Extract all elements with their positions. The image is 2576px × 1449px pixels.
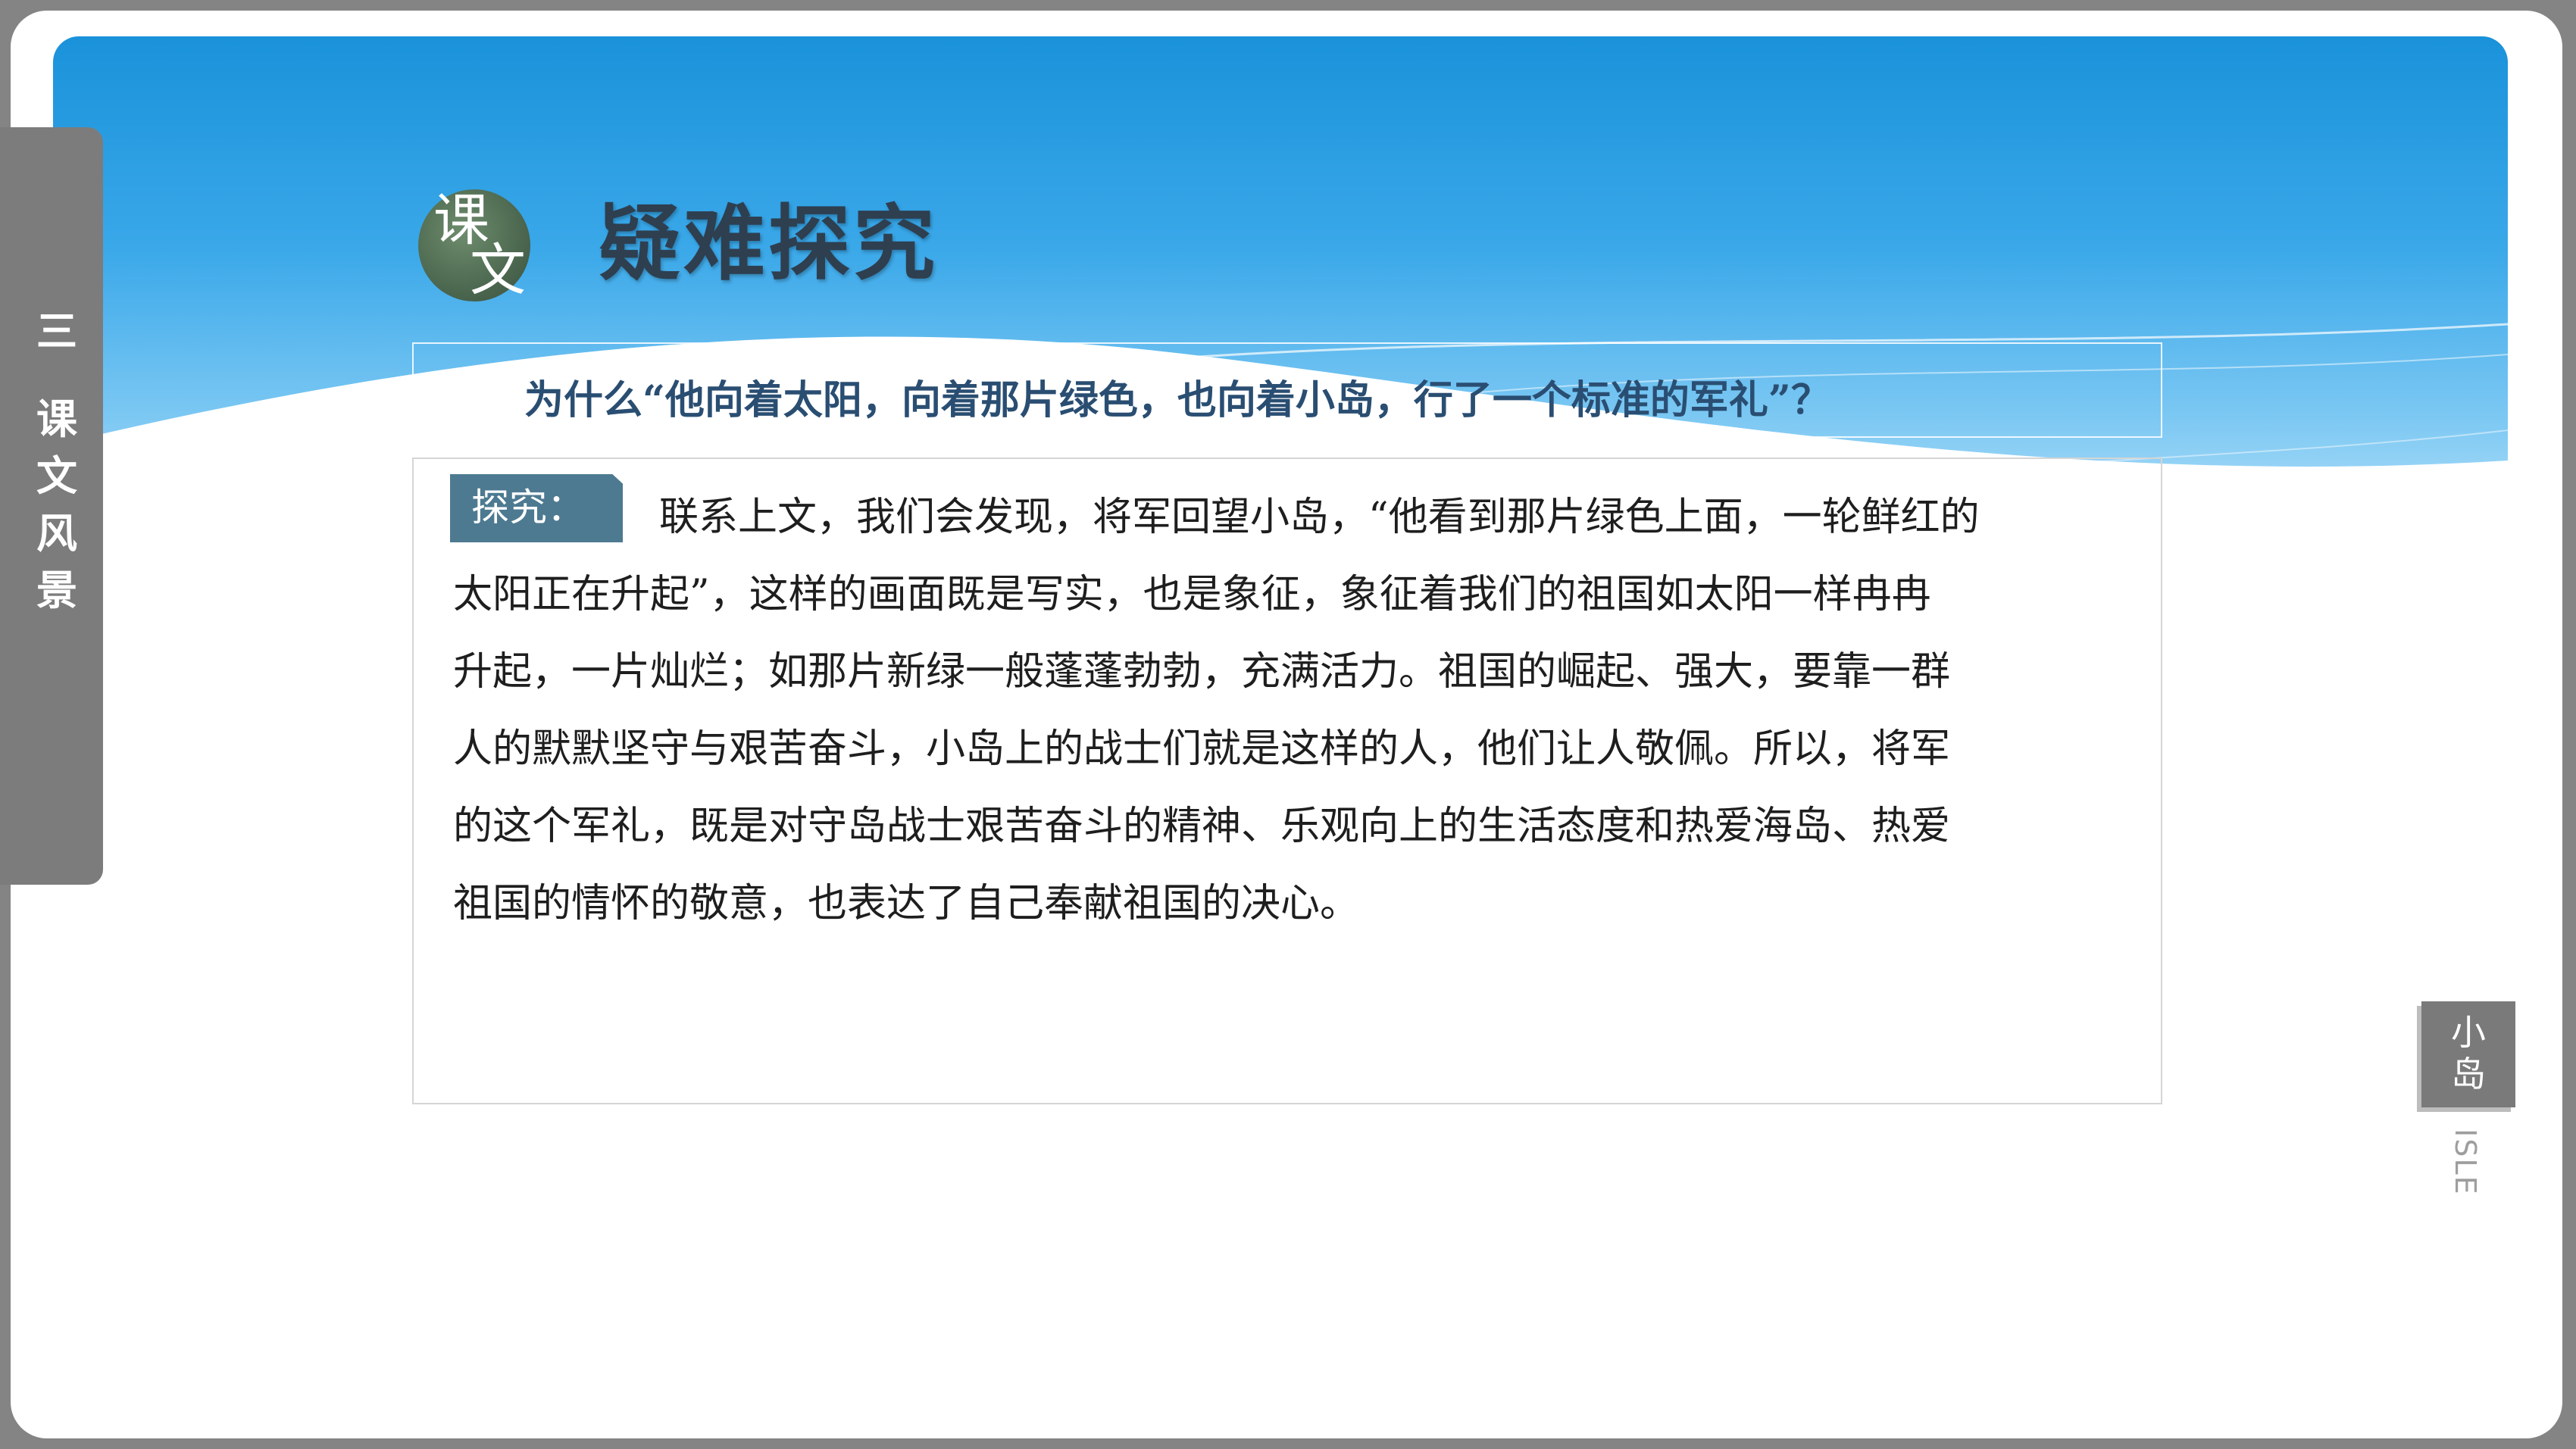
- page-title: 疑难探究: [599, 197, 939, 292]
- lesson-title-zh: 小岛: [2451, 1012, 2486, 1095]
- lesson-title-en: ISLE: [2449, 1129, 2482, 1196]
- explore-label: 探究：: [471, 486, 585, 529]
- answer-line: 的这个军礼，既是对守岛战士艰苦奋斗的精神、乐观向上的生活态度和热爱海岛、热爱: [453, 804, 1951, 849]
- section-number: 三: [36, 308, 77, 355]
- section-title-char: 课: [36, 395, 77, 443]
- question-text: 为什么“他向着太阳，向着那片绿色，也向着小岛，行了一个标准的军礼”？: [524, 377, 1830, 423]
- answer-line: 升起，一片灿烂；如那片新绿一般蓬蓬勃勃，充满活力。祖国的崛起、强大，要靠一群: [453, 649, 1951, 695]
- answer-line: 人的默默坚守与艰苦奋斗，小岛上的战士们就是这样的人，他们让人敬佩。所以，将军: [453, 726, 1951, 772]
- answer-line: 联系上文，我们会发现，将军回望小岛，“他看到那片绿色上面，一轮鲜红的: [659, 495, 1980, 540]
- answer-box: [412, 457, 2162, 1104]
- section-title-vertical: 三 课 文 风 景: [30, 303, 83, 620]
- section-gap: [30, 361, 83, 391]
- section-title-char: 文: [36, 452, 77, 501]
- answer-line: 祖国的情怀的敬意，也表达了自己奉献祖国的决心。: [453, 881, 1360, 926]
- badge-char-2: 文: [470, 238, 526, 303]
- answer-line: 太阳正在升起”，这样的画面既是写实，也是象征，象征着我们的祖国如太阳一样冉冉: [453, 572, 1931, 617]
- section-title-char: 风: [36, 509, 77, 557]
- section-title-char: 景: [36, 567, 77, 615]
